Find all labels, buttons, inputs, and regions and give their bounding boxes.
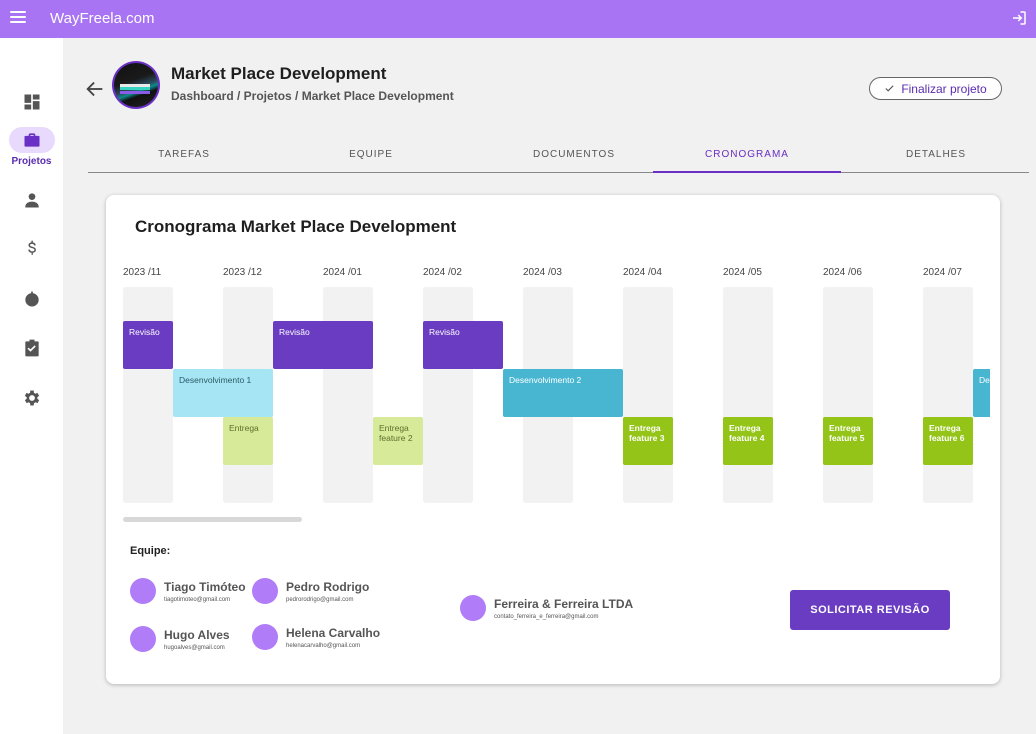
month-label: 2024 /02	[423, 267, 462, 278]
page-title: Market Place Development	[171, 64, 387, 83]
briefcase-icon	[24, 133, 39, 147]
schedule-bar-revisao[interactable]: Revisão	[423, 321, 503, 369]
tab-cronograma[interactable]: CRONOGRAMA	[677, 149, 817, 160]
sidebar-item-projetos[interactable]: Projetos	[0, 127, 63, 167]
clipboard-check-icon	[24, 339, 39, 357]
top-app-bar: WayFreela.com	[0, 0, 1036, 38]
dashboard-icon	[24, 94, 39, 110]
schedule-bar-entrega[interactable]: Entrega	[223, 417, 273, 465]
tab-documentos[interactable]: DOCUMENTOS	[504, 149, 644, 160]
member-name: Pedro Rodrigo	[286, 579, 370, 594]
month-column	[323, 287, 373, 503]
member-email: helenacarvalho@gmail.com	[286, 642, 361, 649]
schedule-bar-entrega[interactable]: Entrega feature 6	[923, 417, 973, 465]
active-tab-indicator	[653, 171, 841, 173]
brand-title[interactable]: WayFreela.com	[50, 10, 154, 27]
month-label: 2024 /06	[823, 267, 862, 278]
month-label: 2024 /03	[523, 267, 562, 278]
sidebar-item-dashboard[interactable]	[0, 92, 63, 112]
request-review-button[interactable]: SOLICITAR REVISÃO	[790, 590, 950, 630]
sidebar-item-financeiro[interactable]	[0, 239, 63, 259]
schedule-bar-entrega[interactable]: Entrega feature 2	[373, 417, 423, 465]
month-column	[123, 287, 173, 503]
team-member[interactable]: Ferreira & Ferreira LTDA contato_ferreir…	[460, 595, 633, 621]
schedule-bar-revisao[interactable]: Revisão	[273, 321, 373, 369]
timer-icon	[24, 291, 39, 307]
sidebar-active-indicator	[8, 127, 55, 153]
member-email: pedrorodrigo@gmail.com	[286, 596, 354, 603]
team-member[interactable]: Pedro Rodrigo pedrorodrigo@gmail.com	[252, 578, 369, 604]
gear-icon	[24, 390, 39, 406]
member-avatar	[252, 624, 278, 650]
sidebar-item-label: Projetos	[11, 156, 52, 167]
schedule-bar-revisao[interactable]: Revisão	[123, 321, 173, 369]
sidebar-item-tarefas[interactable]	[0, 338, 63, 358]
month-label: 2023 /11	[123, 267, 162, 278]
breadcrumb: Dashboard / Projetos / Market Place Deve…	[171, 89, 454, 103]
month-label: 2023 /12	[223, 267, 262, 278]
member-avatar	[460, 595, 486, 621]
team-member[interactable]: Hugo Alves hugoalves@gmail.com	[130, 626, 230, 652]
finalize-project-label: Finalizar projeto	[901, 81, 987, 96]
member-email: contato_ferreira_e_ferreira@gmail.com	[494, 613, 599, 620]
schedule-bar-entrega[interactable]: Entrega feature 5	[823, 417, 873, 465]
tab-detalhes[interactable]: DETALHES	[886, 149, 986, 160]
member-avatar	[252, 578, 278, 604]
person-icon	[24, 193, 39, 208]
sidebar-item-timer[interactable]	[0, 289, 63, 309]
member-email: hugoalves@gmail.com	[164, 644, 225, 651]
month-column	[823, 287, 873, 503]
month-column	[923, 287, 973, 503]
member-avatar	[130, 578, 156, 604]
schedule-bar-entrega[interactable]: Entrega feature 3	[623, 417, 673, 465]
team-label: Equipe:	[130, 545, 171, 557]
sidebar-item-configuracoes[interactable]	[0, 388, 63, 408]
member-name: Helena Carvalho	[286, 625, 381, 640]
member-email: tiagotimoteo@gmail.com	[164, 596, 231, 603]
month-label: 2024 /01	[323, 267, 362, 278]
sidebar: Projetos	[0, 38, 63, 734]
month-column	[623, 287, 673, 503]
logout-icon[interactable]	[1010, 9, 1028, 27]
schedule-bar-desenvolvimento[interactable]: Desenvolvimento 1	[173, 369, 273, 417]
month-label: 2024 /05	[723, 267, 762, 278]
team-member[interactable]: Helena Carvalho helenacarvalho@gmail.com	[252, 624, 380, 650]
back-arrow-icon[interactable]	[84, 78, 106, 100]
member-name: Tiago Timóteo	[164, 579, 246, 594]
tab-tarefas[interactable]: TAREFAS	[134, 149, 234, 160]
tab-equipe[interactable]: EQUIPE	[321, 149, 421, 160]
member-name: Hugo Alves	[164, 627, 230, 642]
schedule-bar-entrega[interactable]: Entrega feature 4	[723, 417, 773, 465]
schedule-bar-desenvolvimento[interactable]: Desenvolvimento 2	[503, 369, 623, 417]
timeline-scrollbar[interactable]	[123, 517, 302, 522]
check-icon	[885, 85, 894, 92]
project-avatar	[112, 61, 160, 109]
member-avatar	[130, 626, 156, 652]
month-column	[723, 287, 773, 503]
month-label: 2024 /04	[623, 267, 662, 278]
project-tabs: TAREFAS EQUIPE DOCUMENTOS CRONOGRAMA DET…	[88, 140, 1029, 173]
finalize-project-button[interactable]: Finalizar projeto	[869, 77, 1002, 100]
sidebar-item-person[interactable]	[0, 190, 63, 210]
schedule-card: Cronograma Market Place Development 2023…	[106, 195, 1000, 684]
month-column	[423, 287, 473, 503]
schedule-bar-desenvolvimento[interactable]: De	[973, 369, 990, 417]
month-label: 2024 /07	[923, 267, 962, 278]
schedule-title: Cronograma Market Place Development	[135, 217, 457, 236]
team-member[interactable]: Tiago Timóteo tiagotimoteo@gmail.com	[130, 578, 246, 604]
menu-icon[interactable]	[10, 11, 26, 25]
dollar-icon	[27, 240, 36, 255]
timeline[interactable]: 2023 /11 2023 /12 2024 /01 2024 /02 2024…	[123, 261, 990, 511]
member-name: Ferreira & Ferreira LTDA	[494, 596, 634, 611]
